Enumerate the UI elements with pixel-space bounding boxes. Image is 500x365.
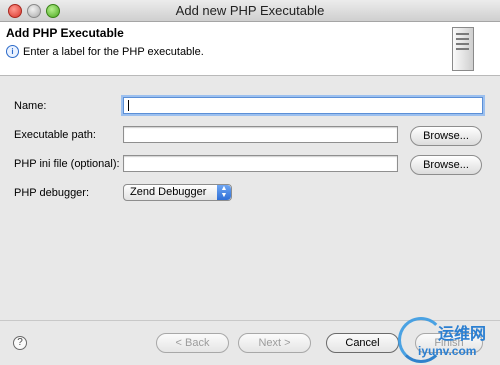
name-row: Name: [0,97,500,117]
text-caret [128,100,129,111]
executable-path-label: Executable path: [14,129,96,141]
server-icon [452,27,474,71]
executable-browse-button[interactable]: Browse... [410,126,482,146]
back-button[interactable]: < Back [156,333,229,353]
select-arrows-icon: ▲ ▼ [217,185,231,200]
next-button[interactable]: Next > [238,333,311,353]
page-title: Add PHP Executable [6,26,124,40]
dialog-window: Add new PHP Executable Add PHP Executabl… [0,0,500,365]
banner-message-text: Enter a label for the PHP executable. [23,45,204,58]
executable-path-row: Executable path: Browse... [0,126,500,146]
name-label: Name: [14,100,47,112]
debugger-label: PHP debugger: [14,187,90,199]
cancel-button[interactable]: Cancel [326,333,399,353]
banner-message: i Enter a label for the PHP executable. [6,45,204,58]
php-ini-browse-button[interactable]: Browse... [410,155,482,175]
info-icon: i [6,45,19,58]
watermark-text-bottom: iyunv.com [418,344,477,358]
executable-path-input[interactable] [123,126,398,143]
header-banner: Add PHP Executable i Enter a label for t… [0,22,500,76]
help-button[interactable]: ? [13,336,27,350]
debugger-select[interactable]: Zend Debugger ▲ ▼ [123,184,232,201]
watermark-text-top: 运维网 [438,326,487,343]
title-bar: Add new PHP Executable [0,0,500,22]
window-title: Add new PHP Executable [175,3,325,18]
php-ini-input[interactable] [123,155,398,172]
debugger-row: PHP debugger: Zend Debugger ▲ ▼ [0,184,500,204]
name-input[interactable] [123,97,483,114]
debugger-select-value: Zend Debugger [130,186,207,198]
php-ini-row: PHP ini file (optional): Browse... [0,155,500,175]
php-ini-label: PHP ini file (optional): [14,158,120,170]
